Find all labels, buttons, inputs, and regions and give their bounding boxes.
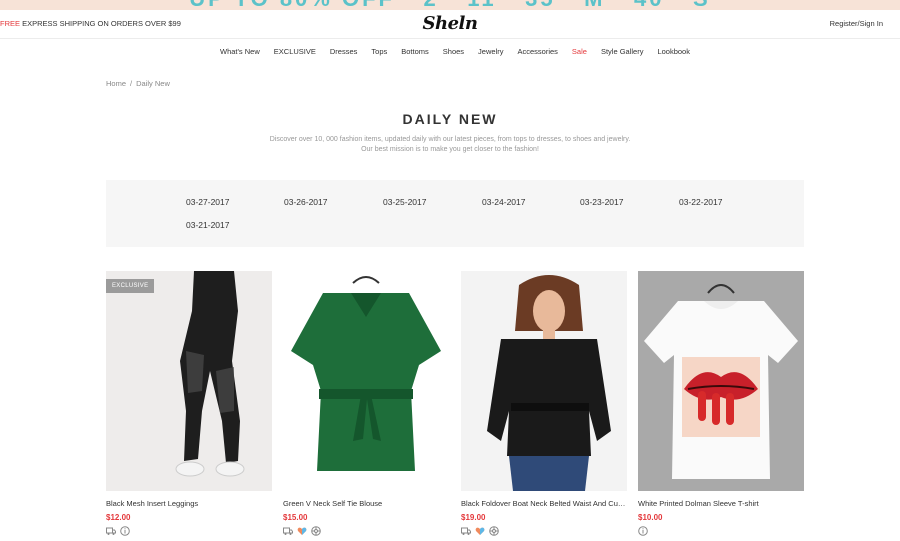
heart-icon [475, 527, 485, 535]
nav-bottoms[interactable]: Bottoms [401, 47, 429, 56]
product-image[interactable] [461, 271, 627, 491]
product-name[interactable]: White Printed Dolman Sleeve T-shirt [638, 499, 804, 508]
product-image[interactable]: EXCLUSIVE [106, 271, 272, 491]
product-image[interactable] [283, 271, 449, 491]
product-icons [283, 526, 449, 536]
page-title: DAILY NEW [402, 111, 498, 127]
green-blouse-illustration [291, 276, 441, 471]
date-link[interactable]: 03-22-2017 [679, 197, 722, 207]
nav-lookbook[interactable]: Lookbook [657, 47, 690, 56]
nav-jewelry[interactable]: Jewelry [478, 47, 503, 56]
info-icon [638, 526, 648, 536]
shipping-icon [283, 527, 293, 535]
nav-style-gallery[interactable]: Style Gallery [601, 47, 644, 56]
date-link[interactable]: 03-26-2017 [284, 197, 327, 207]
exclusive-badge: EXCLUSIVE [106, 279, 155, 293]
gift-icon [489, 526, 499, 536]
nav-shoes[interactable]: Shoes [443, 47, 464, 56]
leggings-illustration [175, 271, 245, 477]
nav-sale[interactable]: Sale [572, 47, 587, 56]
nav-accessories[interactable]: Accessories [517, 47, 557, 56]
breadcrumb-home[interactable]: Home [106, 79, 126, 88]
date-link[interactable]: 03-25-2017 [383, 197, 426, 207]
product-price: $15.00 [283, 513, 308, 522]
gift-icon [311, 526, 321, 536]
product-name[interactable]: Black Foldover Boat Neck Belted Waist An… [461, 499, 627, 508]
date-link[interactable]: 03-27-2017 [186, 197, 229, 207]
product-name[interactable]: Green V Neck Self Tie Blouse [283, 499, 449, 508]
info-icon [120, 526, 130, 536]
nav-whats-new[interactable]: What's New [220, 47, 260, 56]
breadcrumb-separator: / [130, 79, 133, 88]
product-icons [106, 526, 272, 536]
product-name[interactable]: Black Mesh Insert Leggings [106, 499, 272, 508]
date-link[interactable]: 03-24-2017 [482, 197, 525, 207]
product-image[interactable] [638, 271, 804, 491]
date-link[interactable]: 03-23-2017 [580, 197, 623, 207]
breadcrumb: Home / Daily New [106, 79, 170, 88]
promo-banner[interactable]: UP TO 80% OFF · 2 · 11 · 35 · M · 40 · S [0, 0, 900, 10]
white-tshirt-illustration [644, 284, 798, 479]
nav-tops[interactable]: Tops [371, 47, 387, 56]
breadcrumb-current: Daily New [136, 79, 170, 88]
product-price: $19.00 [461, 513, 486, 522]
register-signin-link[interactable]: Register/Sign In [830, 19, 883, 28]
heart-icon [297, 527, 307, 535]
product-icons [461, 526, 627, 536]
description-line-1: Discover over 10, 000 fashion items, upd… [269, 136, 631, 143]
product-card[interactable]: White Printed Dolman Sleeve T-shirt $10.… [638, 271, 804, 536]
product-card[interactable]: Green V Neck Self Tie Blouse $15.00 [283, 271, 449, 536]
product-price: $10.00 [638, 513, 663, 522]
date-filter-panel: 03-27-2017 03-26-2017 03-25-2017 03-24-2… [106, 180, 804, 247]
product-card[interactable]: Black Foldover Boat Neck Belted Waist An… [461, 271, 627, 536]
site-logo[interactable]: Sheln [0, 13, 900, 34]
product-card[interactable]: EXCLUSIVE Black Mesh Insert Leggings $12… [106, 271, 272, 536]
product-price: $12.00 [106, 513, 131, 522]
date-link[interactable]: 03-21-2017 [186, 220, 229, 230]
description-line-2: Our best mission is to make you get clos… [361, 146, 539, 153]
black-top-illustration [487, 275, 611, 491]
page-description: Discover over 10, 000 fashion items, upd… [0, 135, 900, 155]
top-bar: FREE EXPRESS SHIPPING ON ORDERS OVER $99… [0, 10, 900, 39]
promo-text: UP TO 80% OFF · 2 · 11 · 35 · M · 40 · S [0, 0, 900, 10]
nav-exclusive[interactable]: EXCLUSIVE [274, 47, 316, 56]
product-icons [638, 526, 804, 536]
nav-dresses[interactable]: Dresses [330, 47, 358, 56]
shipping-icon [106, 527, 116, 535]
main-nav: What's New EXCLUSIVE Dresses Tops Bottom… [0, 47, 900, 56]
shipping-icon [461, 527, 471, 535]
